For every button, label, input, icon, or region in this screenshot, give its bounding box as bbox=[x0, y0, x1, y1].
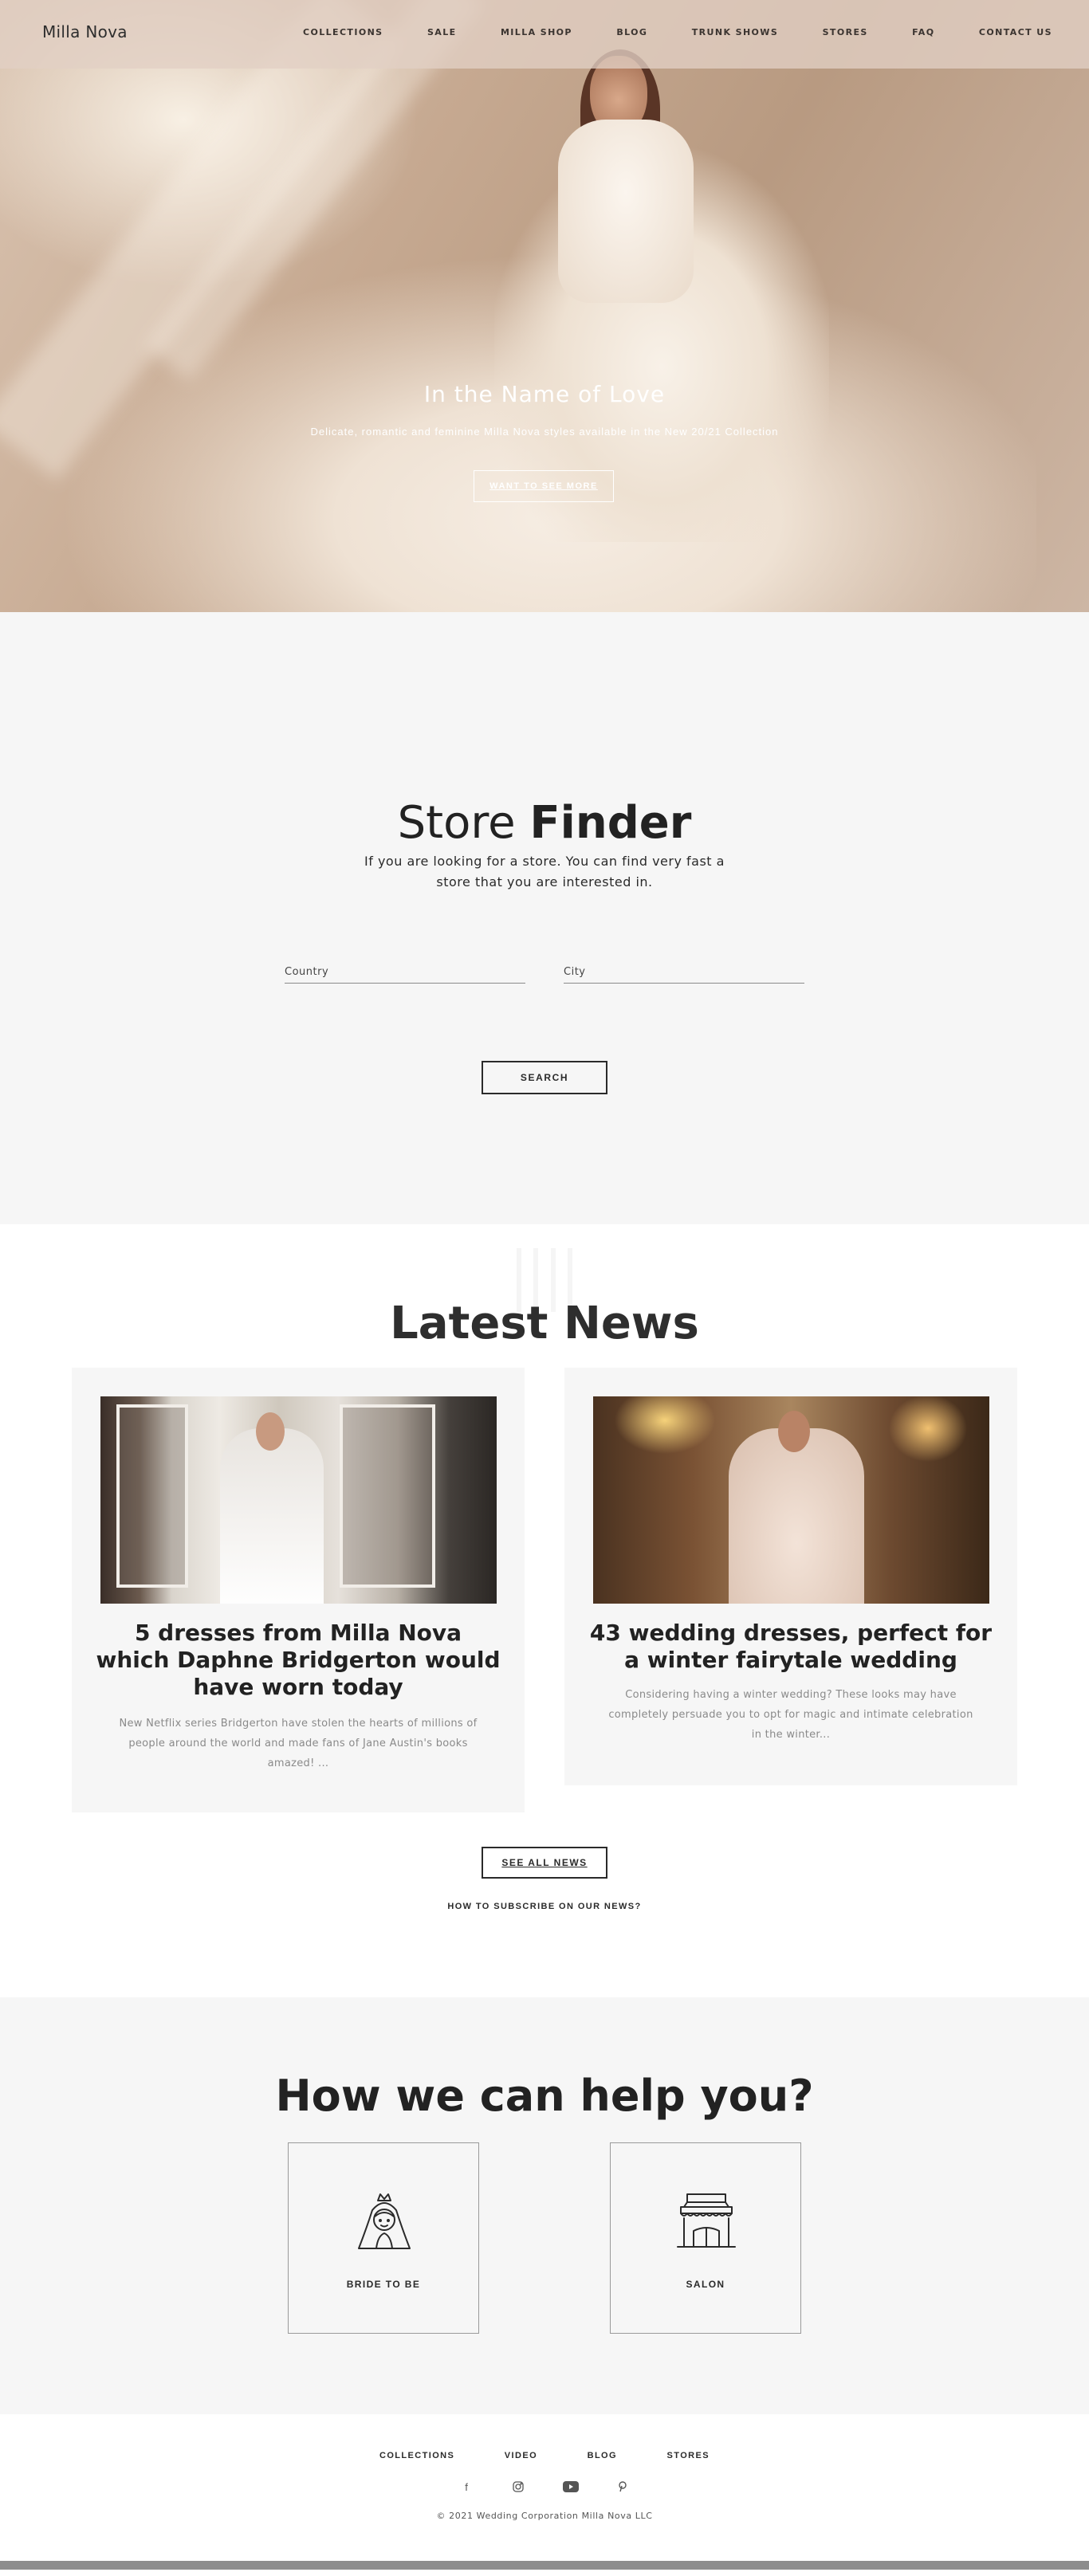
nav-item-trunk-shows[interactable]: TRUNK SHOWS bbox=[692, 27, 778, 37]
search-button[interactable]: SEARCH bbox=[482, 1061, 607, 1094]
store-finder-section: Store Finder If you are looking for a st… bbox=[0, 612, 1089, 1224]
facebook-icon[interactable]: f bbox=[458, 2478, 475, 2496]
hero-subtitle: Delicate, romantic and feminine Milla No… bbox=[310, 426, 779, 438]
store-finder-title-bold: Finder bbox=[529, 797, 692, 849]
store-finder-title-light: Store bbox=[397, 797, 530, 849]
nav-item-milla-shop[interactable]: MILLA SHOP bbox=[501, 27, 572, 37]
footer-nav-blog[interactable]: BLOG bbox=[588, 2451, 617, 2460]
nav-item-collections[interactable]: COLLECTIONS bbox=[303, 27, 383, 37]
store-finder-title: Store Finder bbox=[0, 797, 1089, 849]
nav-item-faq[interactable]: FAQ bbox=[912, 27, 934, 37]
country-placeholder: Country bbox=[285, 966, 329, 978]
news-card-excerpt: Considering having a winter wedding? The… bbox=[608, 1689, 973, 1741]
see-all-news-button[interactable]: SEE ALL NEWS bbox=[482, 1847, 607, 1879]
news-card[interactable]: 5 dresses from Milla Nova which Daphne B… bbox=[72, 1368, 525, 1812]
store-finder-description: If you are looking for a store. You can … bbox=[364, 854, 725, 889]
help-card-label: BRIDE TO BE bbox=[346, 2279, 421, 2290]
hero-dress-bodice bbox=[558, 120, 694, 303]
city-placeholder: City bbox=[564, 966, 586, 978]
youtube-icon[interactable] bbox=[562, 2478, 580, 2496]
footer-nav-collections[interactable]: COLLECTIONS bbox=[379, 2451, 454, 2460]
main-nav: COLLECTIONS SALE MILLA SHOP BLOG TRUNK S… bbox=[303, 27, 1052, 37]
news-card-image[interactable] bbox=[593, 1396, 989, 1604]
footer-nav: COLLECTIONS VIDEO BLOG STORES bbox=[379, 2451, 710, 2460]
country-field[interactable]: Country bbox=[285, 960, 525, 984]
hero-title: In the Name of Love bbox=[423, 381, 666, 407]
site-header: Milla Nova COLLECTIONS SALE MILLA SHOP B… bbox=[0, 0, 1089, 69]
site-logo[interactable]: Milla Nova bbox=[42, 22, 128, 41]
help-card-label: SALON bbox=[686, 2279, 725, 2290]
nav-item-contact-us[interactable]: CONTACT US bbox=[979, 27, 1052, 37]
help-title: How we can help you? bbox=[275, 2071, 814, 2121]
help-card-bride[interactable]: BRIDE TO BE bbox=[288, 2142, 479, 2334]
nav-item-sale[interactable]: SALE bbox=[427, 27, 457, 37]
latest-news-title-bold: Latest bbox=[390, 1298, 548, 1349]
footer-nav-video[interactable]: VIDEO bbox=[505, 2451, 537, 2460]
news-card-title[interactable]: 43 wedding dresses, perfect for a winter… bbox=[588, 1620, 993, 1674]
footer-nav-stores[interactable]: STORES bbox=[667, 2451, 710, 2460]
latest-news-title-light: News bbox=[548, 1298, 699, 1349]
latest-news-title: Latest News bbox=[0, 1298, 1089, 1349]
bride-icon bbox=[358, 2193, 411, 2249]
bottom-bar bbox=[0, 2561, 1089, 2570]
hero-section: Milla Nova COLLECTIONS SALE MILLA SHOP B… bbox=[0, 0, 1089, 612]
nav-item-blog[interactable]: BLOG bbox=[616, 27, 647, 37]
social-links: f bbox=[458, 2478, 631, 2496]
pinterest-icon[interactable] bbox=[614, 2478, 631, 2496]
city-field[interactable]: City bbox=[564, 960, 804, 984]
latest-news-section: Latest News 5 dresses from Milla Nova wh… bbox=[0, 1224, 1089, 1997]
news-card-excerpt: New Netflix series Bridgerton have stole… bbox=[119, 1718, 478, 1769]
instagram-icon[interactable] bbox=[509, 2478, 527, 2496]
help-card-salon[interactable]: SALON bbox=[610, 2142, 801, 2334]
news-card[interactable]: 43 wedding dresses, perfect for a winter… bbox=[564, 1368, 1017, 1785]
news-card-title[interactable]: 5 dresses from Milla Nova which Daphne B… bbox=[96, 1620, 501, 1701]
copyright-text: © 2021 Wedding Corporation Milla Nova LL… bbox=[436, 2511, 653, 2521]
salon-icon bbox=[677, 2193, 736, 2248]
site-footer: COLLECTIONS VIDEO BLOG STORES f © 2021 W… bbox=[0, 2414, 1089, 2570]
news-card-image[interactable] bbox=[100, 1396, 497, 1604]
subscribe-link[interactable]: HOW TO SUBSCRIBE ON OUR NEWS? bbox=[0, 1902, 1089, 1911]
nav-item-stores[interactable]: STORES bbox=[823, 27, 868, 37]
help-section: How we can help you? BRIDE TO BE SALON bbox=[0, 1997, 1089, 2414]
want-to-see-more-button[interactable]: WANT TO SEE MORE bbox=[474, 470, 614, 502]
